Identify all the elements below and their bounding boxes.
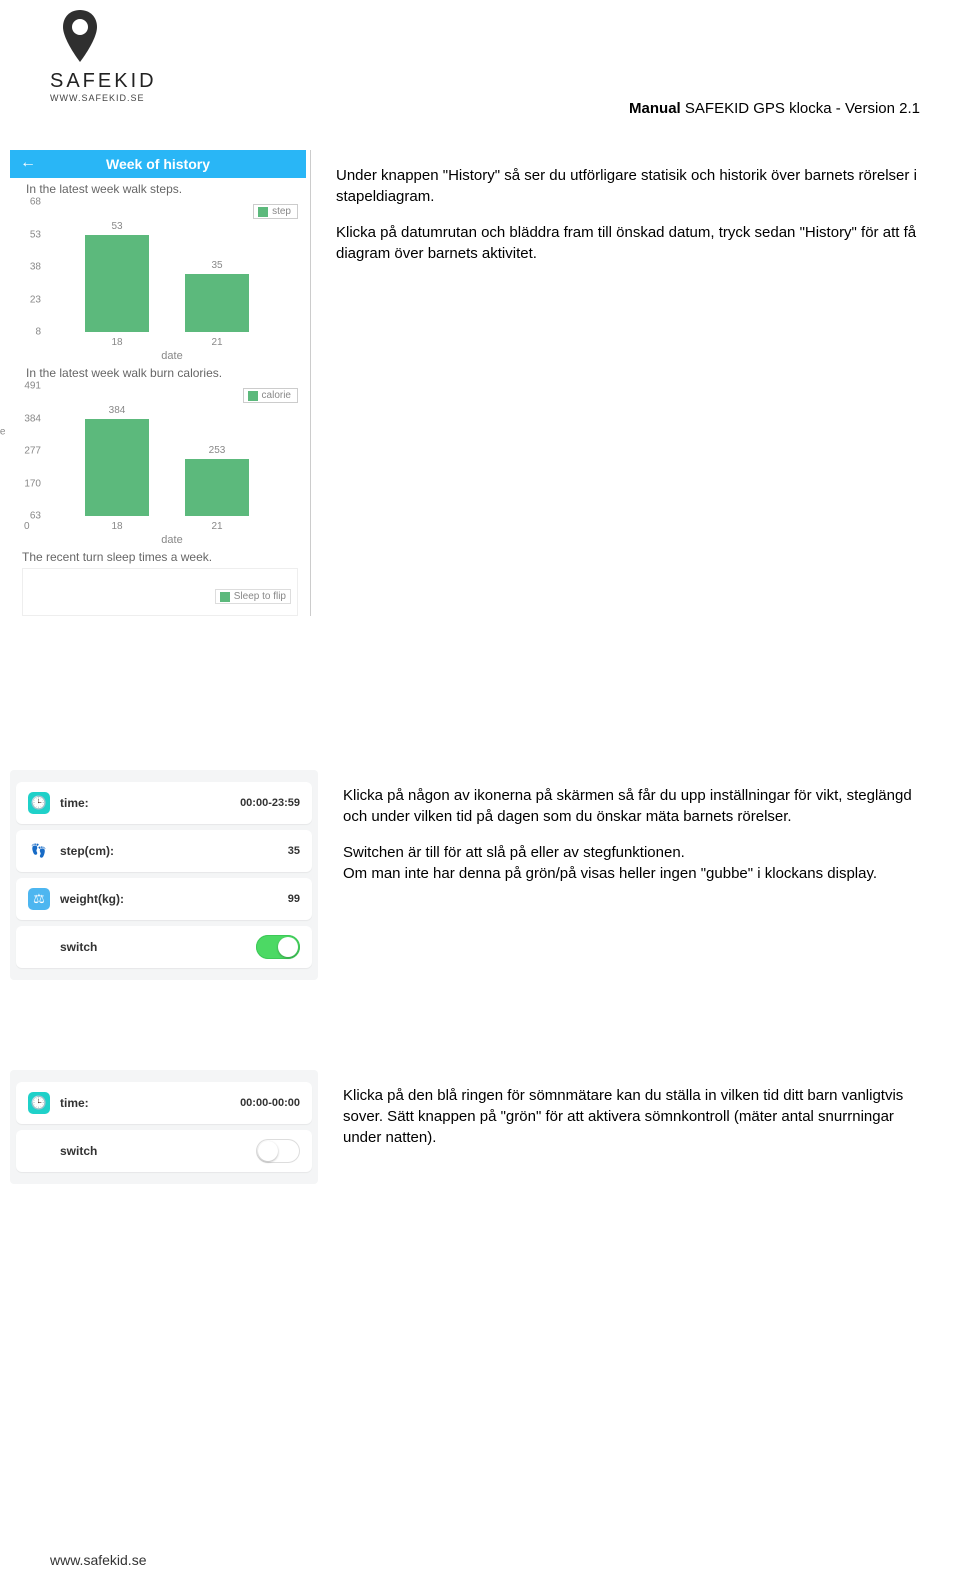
sleep-title: The recent turn sleep times a week. bbox=[10, 546, 306, 564]
brand-header: SAFEKID WWW.SAFEKID.SE bbox=[50, 10, 157, 103]
app-screen: ← Week of history In the latest week wal… bbox=[10, 150, 306, 616]
settings-list-pedometer: 🕒 time: 00:00-23:59 👣 step(cm): 35 ⚖ wei… bbox=[10, 770, 318, 980]
ytick: 384 bbox=[15, 413, 41, 424]
section1-text: Under knappen "History" så ser du utförl… bbox=[311, 150, 930, 279]
section-week-of-history: ← Week of history In the latest week wal… bbox=[10, 150, 930, 616]
bar-label: 35 bbox=[185, 260, 249, 271]
footprint-icon: 👣 bbox=[28, 840, 50, 862]
section-sleep-settings: 🕒 time: 00:00-00:00 ⏻ switch Klicka på d… bbox=[10, 1070, 930, 1184]
logo-pin-icon bbox=[60, 10, 104, 70]
chart1-bar-1: 35 bbox=[185, 274, 249, 333]
sleep-chart-empty: Sleep to flip bbox=[22, 568, 298, 616]
brand-url: WWW.SAFEKID.SE bbox=[50, 93, 157, 103]
pedometer-switch-toggle[interactable] bbox=[256, 935, 300, 959]
sleep-time-value: 00:00-00:00 bbox=[240, 1097, 300, 1109]
brand-name: SAFEKID bbox=[50, 70, 157, 93]
chart2-bar-1: 253 bbox=[185, 459, 249, 516]
scale-icon: ⚖ bbox=[28, 888, 50, 910]
manual-rest: SAFEKID GPS klocka - Version 2.1 bbox=[681, 100, 920, 117]
ytick: 8 bbox=[15, 327, 41, 338]
weight-label: weight(kg): bbox=[60, 892, 124, 906]
sleep-prefix-zero: 0 bbox=[24, 521, 30, 532]
settings-row-step[interactable]: 👣 step(cm): 35 bbox=[16, 830, 312, 872]
screenshot-sleep-settings: 🕒 time: 00:00-00:00 ⏻ switch bbox=[10, 1070, 318, 1184]
clock-icon: 🕒 bbox=[28, 1092, 50, 1114]
settings-row-switch[interactable]: ⏻ switch bbox=[16, 926, 312, 968]
chart2-plot: 491 384 277 170 63 384 253 18 21 bbox=[44, 386, 301, 516]
chart2: calorie calorie 491 384 277 170 63 384 2… bbox=[10, 380, 306, 546]
sleep-legend: Sleep to flip bbox=[215, 589, 291, 604]
bar-label: 253 bbox=[185, 445, 249, 456]
step-label: step(cm): bbox=[60, 844, 114, 858]
chart2-bar-0: 384 bbox=[85, 419, 149, 517]
ytick: 38 bbox=[15, 262, 41, 273]
section3-p1: Klicka på den blå ringen för sömnmätare … bbox=[343, 1085, 930, 1148]
step-value: 35 bbox=[288, 845, 300, 857]
ytick: 23 bbox=[15, 294, 41, 305]
ytick: 63 bbox=[15, 511, 41, 522]
switch-label: switch bbox=[60, 940, 97, 954]
section1-p2: Klicka på datumrutan och bläddra fram ti… bbox=[336, 222, 930, 264]
time-label: time: bbox=[60, 796, 89, 810]
bar-label: 384 bbox=[85, 405, 149, 416]
xtick: 21 bbox=[211, 337, 222, 348]
chart2-xlabel: date bbox=[44, 534, 300, 546]
section2-p2: Switchen är till för att slå på eller av… bbox=[343, 842, 930, 863]
section2-p3: Om man inte har denna på grön/på visas h… bbox=[343, 863, 930, 884]
settings-list-sleep: 🕒 time: 00:00-00:00 ⏻ switch bbox=[10, 1070, 318, 1184]
screenshot-week-of-history: ← Week of history In the latest week wal… bbox=[10, 150, 311, 616]
xtick: 21 bbox=[211, 521, 222, 532]
sleep-switch-label: switch bbox=[60, 1144, 97, 1158]
sleep-row-time[interactable]: 🕒 time: 00:00-00:00 bbox=[16, 1082, 312, 1124]
chart1-plot: 68 53 38 23 8 53 35 18 21 bbox=[44, 202, 301, 332]
manual-header: Manual SAFEKID GPS klocka - Version 2.1 bbox=[629, 100, 920, 117]
app-screen-title-bar: ← Week of history bbox=[10, 150, 306, 178]
section3-text: Klicka på den blå ringen för sömnmätare … bbox=[318, 1070, 930, 1163]
section2-text: Klicka på någon av ikonerna på skärmen s… bbox=[318, 770, 930, 899]
sleep-switch-toggle[interactable] bbox=[256, 1139, 300, 1163]
section-pedometer-settings: 🕒 time: 00:00-23:59 👣 step(cm): 35 ⚖ wei… bbox=[10, 770, 930, 980]
xtick: 18 bbox=[111, 337, 122, 348]
manual-bold: Manual bbox=[629, 100, 681, 117]
settings-row-time[interactable]: 🕒 time: 00:00-23:59 bbox=[16, 782, 312, 824]
ytick: 277 bbox=[15, 446, 41, 457]
sleep-time-label: time: bbox=[60, 1096, 89, 1110]
weight-value: 99 bbox=[288, 893, 300, 905]
settings-row-weight[interactable]: ⚖ weight(kg): 99 bbox=[16, 878, 312, 920]
chart2-ylabel: calorie bbox=[0, 427, 5, 438]
chart1: step step 68 53 38 23 8 53 35 18 21 date bbox=[10, 196, 306, 362]
legend-swatch-icon bbox=[220, 592, 230, 602]
page-footer-url: www.safekid.se bbox=[50, 1552, 146, 1568]
time-value: 00:00-23:59 bbox=[240, 797, 300, 809]
ytick: 491 bbox=[15, 381, 41, 392]
xtick: 18 bbox=[111, 521, 122, 532]
back-arrow-icon[interactable]: ← bbox=[20, 154, 36, 172]
ytick: 53 bbox=[15, 229, 41, 240]
clock-icon: 🕒 bbox=[28, 792, 50, 814]
section2-p1: Klicka på någon av ikonerna på skärmen s… bbox=[343, 785, 930, 827]
screen-title: Week of history bbox=[106, 156, 210, 172]
chart1-bar-0: 53 bbox=[85, 235, 149, 333]
chart1-title: In the latest week walk steps. bbox=[10, 178, 306, 196]
bar-label: 53 bbox=[85, 221, 149, 232]
ytick: 68 bbox=[15, 197, 41, 208]
sleep-row-switch[interactable]: ⏻ switch bbox=[16, 1130, 312, 1172]
screenshot-pedometer-settings: 🕒 time: 00:00-23:59 👣 step(cm): 35 ⚖ wei… bbox=[10, 770, 318, 980]
toggle-icon: ⏻ bbox=[28, 1140, 50, 1162]
toggle-icon: ⏻ bbox=[28, 936, 50, 958]
chart1-xlabel: date bbox=[44, 350, 300, 362]
chart2-title: In the latest week walk burn calories. bbox=[10, 362, 306, 380]
section1-p1: Under knappen "History" så ser du utförl… bbox=[336, 165, 930, 207]
ytick: 170 bbox=[15, 478, 41, 489]
